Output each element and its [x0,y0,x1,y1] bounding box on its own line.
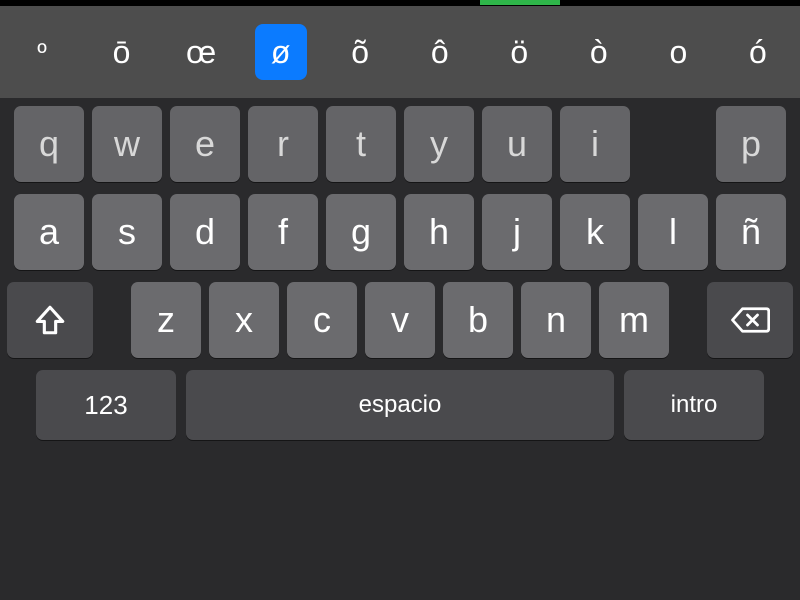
key-i[interactable]: i [560,106,630,182]
accent-option-o-macron[interactable]: ō [96,24,148,80]
key-row-4: 123 espacio intro [6,370,794,440]
backspace-key[interactable] [707,282,793,358]
key-m[interactable]: m [599,282,669,358]
key-b[interactable]: b [443,282,513,358]
accent-option-o-diaeresis[interactable]: ö [493,24,545,80]
accent-option-oe[interactable]: œ [175,24,227,80]
key-u[interactable]: u [482,106,552,182]
numbers-key[interactable]: 123 [36,370,176,440]
key-l[interactable]: l [638,194,708,270]
accent-option-o-grave[interactable]: ò [573,24,625,80]
key-p[interactable]: p [716,106,786,182]
key-row-2: a s d f g h j k l ñ [6,194,794,270]
key-v[interactable]: v [365,282,435,358]
key-t[interactable]: t [326,106,396,182]
key-e[interactable]: e [170,106,240,182]
key-g[interactable]: g [326,194,396,270]
key-row-3: z x c v b n m [6,282,794,358]
accent-option-o-tilde[interactable]: õ [334,24,386,80]
accent-option-o-slash[interactable]: ø [255,24,307,80]
key-a[interactable]: a [14,194,84,270]
key-row-1: q w e r t y u i p [6,106,794,182]
spacer [101,282,123,358]
key-s[interactable]: s [92,194,162,270]
backspace-icon [730,305,770,335]
accent-option-ordinal[interactable]: º [16,24,68,80]
key-n[interactable]: n [521,282,591,358]
key-d[interactable]: d [170,194,240,270]
key-z[interactable]: z [131,282,201,358]
accent-option-o-acute[interactable]: ó [732,24,784,80]
accent-picker: º ō œ ø õ ô ö ò o ó [0,6,800,98]
shift-key[interactable] [7,282,93,358]
keyboard-screen: º ō œ ø õ ô ö ò o ó q w e r t y u i p a … [0,0,800,600]
keyboard: q w e r t y u i p a s d f g h j k l ñ [0,98,800,600]
space-key[interactable]: espacio [186,370,614,440]
accent-option-o-circumflex[interactable]: ô [414,24,466,80]
enter-key[interactable]: intro [624,370,764,440]
key-f[interactable]: f [248,194,318,270]
accent-option-o[interactable]: o [652,24,704,80]
key-y[interactable]: y [404,106,474,182]
key-x[interactable]: x [209,282,279,358]
key-enye[interactable]: ñ [716,194,786,270]
spacer [677,282,699,358]
key-c[interactable]: c [287,282,357,358]
key-r[interactable]: r [248,106,318,182]
key-h[interactable]: h [404,194,474,270]
key-k[interactable]: k [560,194,630,270]
shift-icon [33,303,67,337]
key-w[interactable]: w [92,106,162,182]
key-j[interactable]: j [482,194,552,270]
key-q[interactable]: q [14,106,84,182]
